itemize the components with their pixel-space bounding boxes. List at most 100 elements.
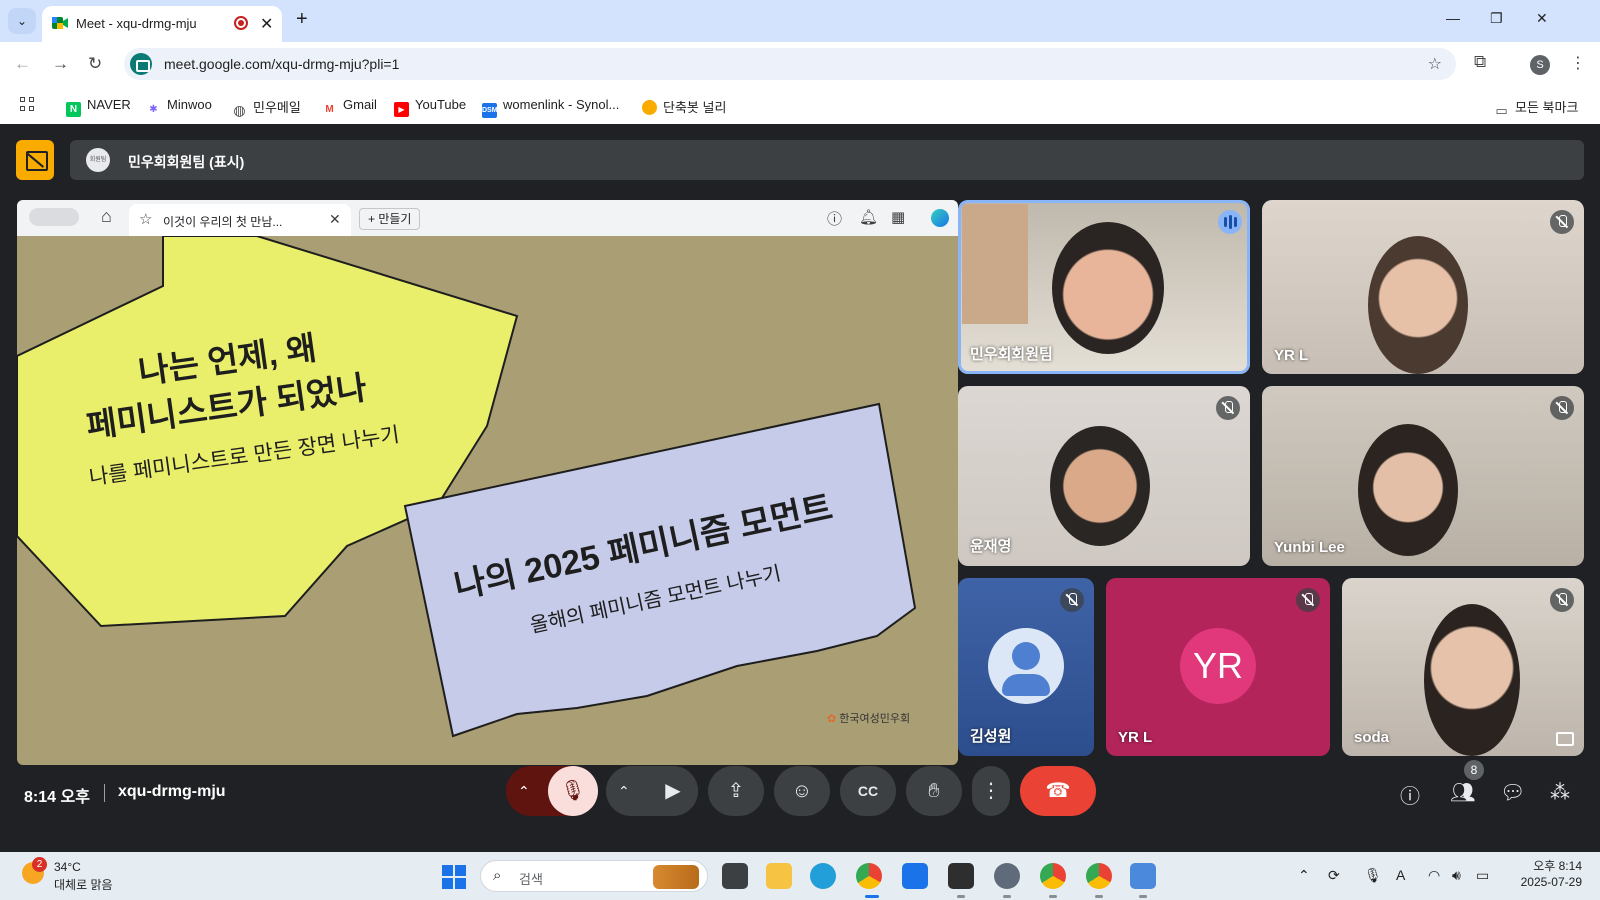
microphone-icon[interactable]: 🎙︎: [1364, 867, 1382, 884]
create-button: + 만들기: [359, 208, 420, 230]
participant-face: [1358, 424, 1458, 556]
bookmark-minwoo[interactable]: ✱Minwoo: [146, 97, 212, 117]
emoji-reaction-button[interactable]: ☺: [774, 766, 830, 816]
start-windows-icon[interactable]: [442, 865, 466, 889]
captions-button[interactable]: CC: [840, 766, 896, 816]
sync-icon[interactable]: ⟳: [1328, 867, 1340, 884]
apps-grid-icon[interactable]: [20, 97, 35, 112]
activities-icon[interactable]: ⁂: [1550, 780, 1570, 805]
bookmark-minwoo-mail[interactable]: ◍민우메일: [232, 97, 301, 118]
site-info-icon[interactable]: [130, 53, 152, 75]
home-icon: ⌂: [101, 206, 112, 227]
bell-icon: 🔔︎: [859, 208, 878, 226]
chrome-icon[interactable]: [856, 863, 882, 889]
initials-avatar: YR: [1180, 628, 1256, 704]
meeting-info-icon[interactable]: ⓘ: [1400, 780, 1420, 809]
app-indicator: [957, 895, 965, 898]
tab-meet[interactable]: Meet - xqu-drmg-mju ✕: [42, 6, 282, 42]
bookmark-shortcut[interactable]: 단축봇 널리: [642, 97, 726, 116]
search-highlight-image: [653, 865, 699, 889]
weather-desc[interactable]: 대체로 맑음: [54, 876, 113, 893]
tray-overflow-chevron-icon[interactable]: ⌃: [1298, 867, 1310, 884]
all-bookmarks[interactable]: ▭모든 북마크: [1494, 97, 1578, 118]
forward-icon[interactable]: →: [52, 54, 69, 74]
profile-avatar[interactable]: S: [1530, 55, 1550, 75]
bookmark-star-icon[interactable]: ☆: [1428, 54, 1442, 74]
outlook-icon[interactable]: [902, 863, 928, 889]
sticky-notes-icon[interactable]: [948, 863, 974, 889]
close-window-icon[interactable]: ✕: [1536, 10, 1548, 27]
gmail-icon: M: [322, 102, 337, 117]
system-time: 오후 8:14: [1512, 858, 1582, 874]
address-bar[interactable]: meet.google.com/xqu-drmg-mju?pli=1 ☆: [124, 48, 1456, 80]
meeting-code: xqu-drmg-mju: [118, 783, 226, 801]
url-text[interactable]: meet.google.com/xqu-drmg-mju?pli=1: [164, 56, 399, 72]
participant-tile-4[interactable]: Yunbi Lee: [1262, 386, 1584, 566]
participant-tile-5[interactable]: 김성원: [958, 578, 1094, 756]
shared-app-toolbar: ⌂ ☆ 이것이 우리의 첫 만남... ✕ + 만들기 ⓘ 🔔︎ ▦: [17, 200, 958, 236]
participant-name: 김성원: [970, 725, 1011, 746]
input-method-icon[interactable]: A: [1396, 867, 1405, 883]
participant-face: [1050, 426, 1150, 546]
presenter-banner: 회원팀 민우회회원팀 (표시): [70, 140, 1584, 180]
participant-name: YR L: [1274, 347, 1308, 364]
star-icon: ☆: [139, 210, 152, 228]
app-indicator: [1049, 895, 1057, 898]
leave-call-button[interactable]: ☎︎: [1020, 766, 1096, 816]
reload-icon[interactable]: ↻: [88, 54, 102, 74]
stop-presenting-icon[interactable]: [16, 140, 54, 180]
extensions-icon[interactable]: ⧉: [1474, 52, 1486, 72]
wifi-icon[interactable]: ◠: [1428, 867, 1440, 884]
browser-menu-icon[interactable]: ⋮: [1570, 53, 1586, 73]
tab-search-chevron-icon[interactable]: ⌄: [8, 8, 36, 34]
task-view-icon[interactable]: [722, 863, 748, 889]
bookmark-youtube[interactable]: ▶YouTube: [394, 97, 466, 117]
system-date: 2025-07-29: [1512, 874, 1582, 890]
chrome-profile-3-icon[interactable]: [1086, 863, 1112, 889]
close-tab-icon[interactable]: ✕: [260, 14, 273, 34]
active-app-indicator: [865, 895, 879, 898]
app-indicator: [1003, 895, 1011, 898]
camera-button[interactable]: ▶︎: [648, 766, 698, 816]
weather-temp[interactable]: 34°C: [54, 860, 81, 874]
bookmark-naver[interactable]: NNAVER: [66, 97, 131, 117]
divider: [104, 784, 105, 802]
self-view-icon[interactable]: [1556, 732, 1574, 746]
mic-options-chevron-icon[interactable]: ⌃: [518, 766, 530, 816]
participant-tile-6[interactable]: YR YR L: [1106, 578, 1330, 756]
participant-tile-3[interactable]: 윤재영: [958, 386, 1250, 566]
system-clock[interactable]: 오후 8:14 2025-07-29: [1512, 858, 1582, 890]
more-options-button[interactable]: ⋮: [972, 766, 1010, 816]
meeting-time: 8:14 오후: [24, 783, 90, 807]
people-icon[interactable]: 👥︎: [1450, 780, 1475, 805]
participant-tile-1[interactable]: 민우회회원팀: [958, 200, 1250, 374]
bookmark-gmail[interactable]: MGmail: [322, 97, 377, 117]
restore-icon[interactable]: ❐: [1490, 10, 1503, 27]
chrome-profile-2-icon[interactable]: [1040, 863, 1066, 889]
battery-icon[interactable]: ▭: [1476, 867, 1489, 884]
chat-icon[interactable]: 💬︎: [1500, 780, 1525, 805]
circle-icon: [642, 100, 657, 115]
raise-hand-button[interactable]: ✋︎: [906, 766, 962, 816]
minwoo-icon: ✱: [146, 102, 161, 117]
volume-icon[interactable]: 🔊︎: [1452, 867, 1461, 884]
settings-gear-icon[interactable]: [994, 863, 1020, 889]
tab-bar: ⌄ Meet - xqu-drmg-mju ✕ + — ❐ ✕: [0, 0, 1600, 42]
file-explorer-icon[interactable]: [766, 863, 792, 889]
participant-tile-2[interactable]: YR L: [1262, 200, 1584, 374]
new-tab-icon[interactable]: +: [296, 8, 308, 31]
participant-tile-7[interactable]: soda: [1342, 578, 1584, 756]
notepad-icon[interactable]: [1130, 863, 1156, 889]
search-icon: ⌕: [493, 867, 501, 884]
muted-mic-icon: [1550, 588, 1574, 612]
present-screen-button[interactable]: ⇪: [708, 766, 764, 816]
bookmark-womenlink[interactable]: DSMwomenlink - Synol...: [482, 97, 619, 118]
globe-icon: ◍: [232, 103, 247, 118]
taskbar-search[interactable]: ⌕ 검색: [480, 860, 708, 892]
minimize-icon[interactable]: —: [1446, 10, 1460, 26]
mic-muted-button[interactable]: 🎙︎: [548, 766, 598, 816]
telegram-icon[interactable]: [810, 863, 836, 889]
camera-options-chevron-icon[interactable]: ⌃: [618, 766, 630, 816]
back-icon[interactable]: ←: [14, 54, 31, 74]
participant-name: 윤재영: [970, 535, 1011, 556]
